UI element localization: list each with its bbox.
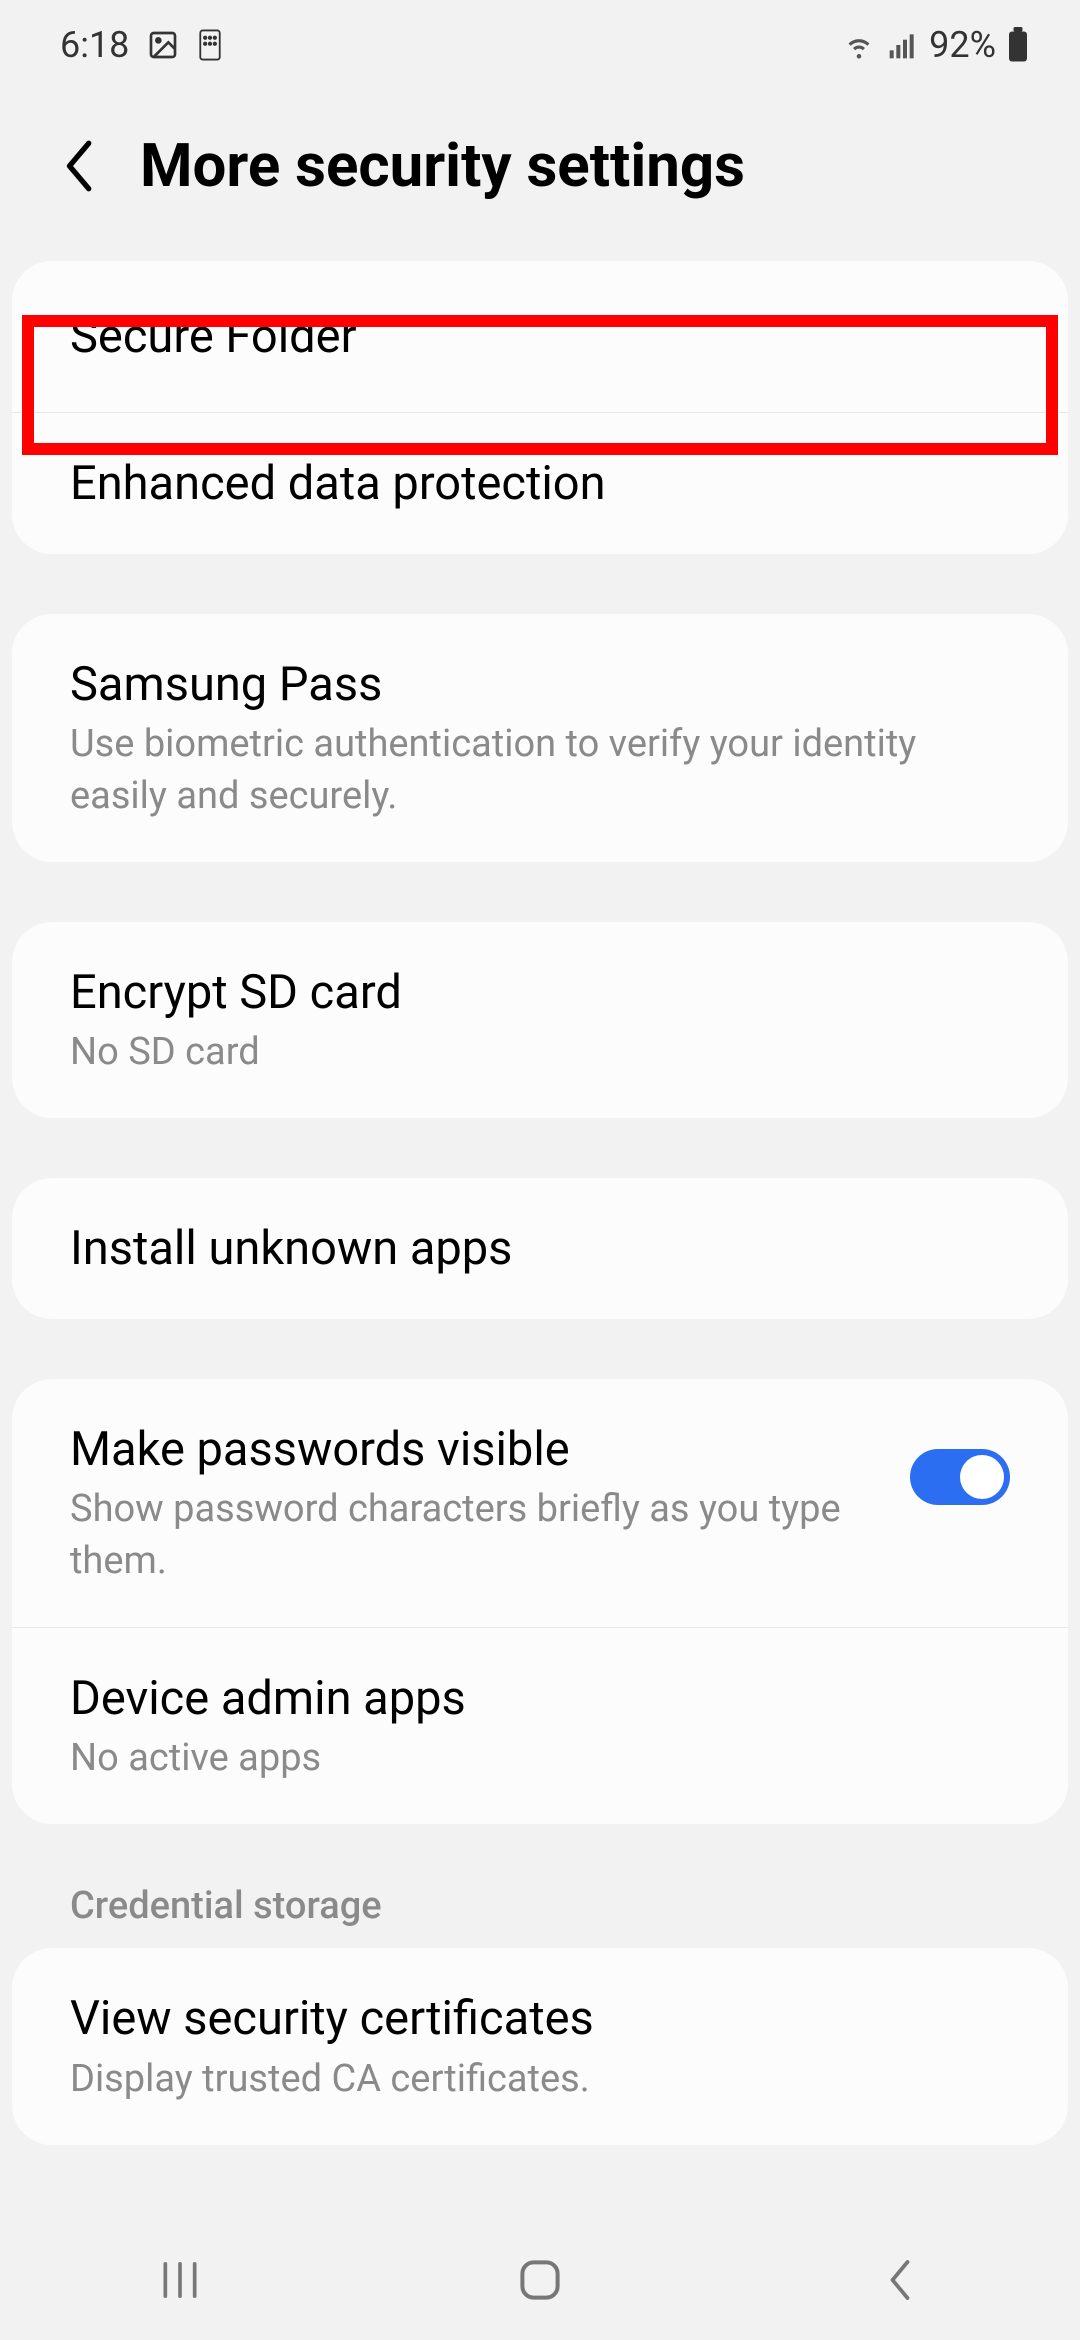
section-header: Credential storage (0, 1884, 1080, 1948)
setting-item-install-unknown-apps[interactable]: Install unknown apps (12, 1178, 1068, 1319)
status-left: 6:18 (60, 24, 223, 66)
toggle-switch[interactable] (910, 1449, 1010, 1505)
item-title: Encrypt SD card (70, 962, 1010, 1023)
item-title: Device admin apps (70, 1668, 1010, 1729)
sim-icon (197, 28, 223, 62)
item-title: Secure Folder (70, 306, 1010, 367)
wifi-icon (841, 27, 877, 63)
settings-card: Samsung PassUse biometric authentication… (12, 614, 1068, 862)
content-area[interactable]: More security settings Secure Folder Enha… (0, 90, 1080, 2220)
status-time: 6:18 (60, 24, 129, 66)
item-title: Install unknown apps (70, 1218, 1010, 1279)
item-subtitle: No active apps (70, 1733, 1010, 1784)
item-subtitle: Use biometric authentication to verify y… (70, 719, 1010, 822)
header: More security settings (0, 90, 1080, 261)
signal-icon (887, 29, 919, 61)
item-title: Samsung Pass (70, 654, 1010, 715)
nav-recents[interactable] (140, 2240, 220, 2320)
toggle-knob (960, 1455, 1004, 1499)
setting-item-encrypt-sd-card[interactable]: Encrypt SD cardNo SD card (12, 922, 1068, 1118)
nav-home[interactable] (500, 2240, 580, 2320)
item-title: Make passwords visible (70, 1419, 880, 1480)
settings-card: Make passwords visibleShow password char… (12, 1379, 1068, 1824)
item-subtitle: Show password characters briefly as you … (70, 1484, 880, 1587)
setting-item-device-admin-apps[interactable]: Device admin appsNo active apps (12, 1628, 1068, 1824)
settings-card: Install unknown apps (12, 1178, 1068, 1319)
item-title: View security certificates (70, 1988, 1010, 2049)
nav-back[interactable] (860, 2240, 940, 2320)
battery-icon (1006, 27, 1030, 63)
settings-card: Encrypt SD cardNo SD card (12, 922, 1068, 1118)
item-subtitle: Display trusted CA certificates. (70, 2054, 1010, 2105)
settings-card: Secure Folder Enhanced data protection (12, 261, 1068, 554)
setting-item-enhanced-data-protection[interactable]: Enhanced data protection (12, 413, 1068, 554)
status-right: 92% (841, 24, 1030, 66)
image-icon (147, 29, 179, 61)
back-button[interactable] (60, 136, 100, 196)
setting-item-samsung-pass[interactable]: Samsung PassUse biometric authentication… (12, 614, 1068, 862)
page-title: More security settings (140, 130, 745, 201)
status-bar: 6:18 92% (0, 0, 1080, 90)
nav-bar (0, 2220, 1080, 2340)
battery-percent: 92% (929, 24, 996, 66)
settings-card: View security certificatesDisplay truste… (12, 1948, 1068, 2144)
setting-item-view-security-certificates[interactable]: View security certificatesDisplay truste… (12, 1948, 1068, 2144)
setting-item-make-passwords-visible[interactable]: Make passwords visibleShow password char… (12, 1379, 1068, 1628)
setting-item-secure-folder[interactable]: Secure Folder (12, 261, 1068, 413)
item-title: Enhanced data protection (70, 453, 1010, 514)
item-subtitle: No SD card (70, 1027, 1010, 1078)
